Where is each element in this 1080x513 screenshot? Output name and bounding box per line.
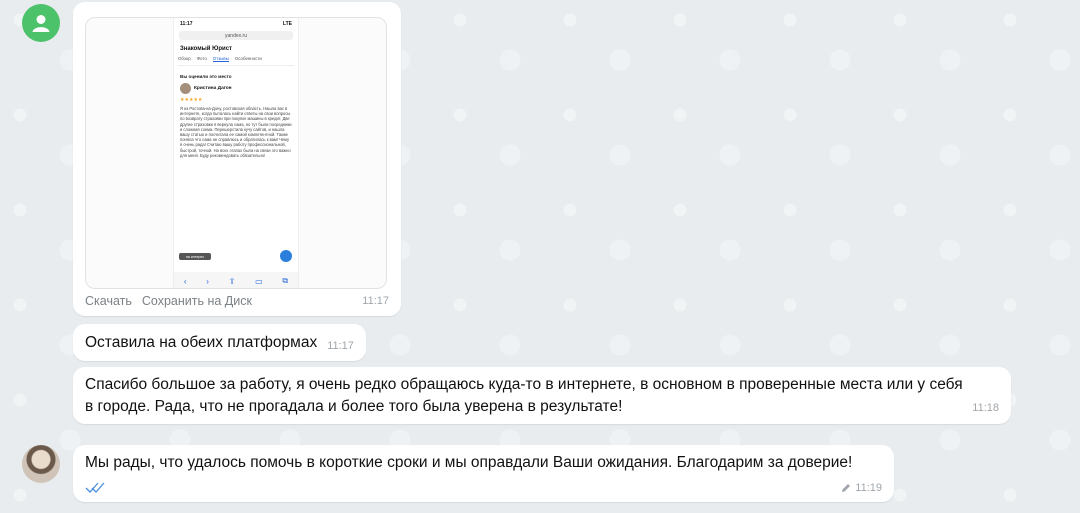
phone-tab: Фото <box>196 56 207 61</box>
phone-status-time: 11:17 <box>180 21 193 27</box>
reviewer-name: Кристина Дагон <box>194 86 232 91</box>
attached-screenshot[interactable]: 11:17 LTE yandex.ru Знакомый Юрист Обзор… <box>85 17 387 289</box>
back-icon: ‹ <box>183 276 187 286</box>
review-stars: ★★★★★ <box>180 97 203 103</box>
sender-avatar[interactable] <box>22 4 60 42</box>
phone-status-network: LTE <box>282 21 292 27</box>
phone-chip: на интерес <box>179 253 211 260</box>
phone-tab: Обзор <box>178 56 191 61</box>
phone-url-bar: yandex.ru <box>179 31 293 40</box>
bookmarks-icon: ▭ <box>255 276 263 286</box>
phone-toolbar: ‹ › ⇪ ▭ ⧉ <box>174 272 298 288</box>
tabs-icon: ⧉ <box>282 276 289 285</box>
image-message[interactable]: 11:17 LTE yandex.ru Знакомый Юрист Обзор… <box>73 2 401 316</box>
message-text: Мы рады, что удалось помочь в короткие с… <box>85 454 853 471</box>
outgoing-message-bubble[interactable]: Мы рады, что удалось помочь в короткие с… <box>73 445 894 502</box>
phone-tab-active: Отзывы <box>212 56 229 62</box>
image-actions: Скачать Сохранить на Диск <box>85 294 252 308</box>
edit-pencil-icon <box>842 484 851 492</box>
phone-screenshot: 11:17 LTE yandex.ru Знакомый Юрист Обзор… <box>173 18 299 288</box>
download-link[interactable]: Скачать <box>85 294 132 308</box>
user-icon <box>32 15 50 32</box>
message-time-group: 11:19 <box>841 482 882 494</box>
message-time: 11:17 <box>327 339 354 352</box>
message-text: Спасибо большое за работу, я очень редко… <box>85 376 963 415</box>
phone-status-bar: 11:17 LTE <box>174 18 298 28</box>
phone-review-header: Кристина Дагон <box>180 83 292 94</box>
message-time: 11:18 <box>972 402 999 414</box>
share-icon: ⇪ <box>228 276 236 286</box>
phone-page-title: Знакомый Юрист <box>180 46 232 52</box>
phone-fab <box>280 250 292 262</box>
message-time: 11:19 <box>855 482 882 494</box>
message-bubble[interactable]: Спасибо большое за работу, я очень редко… <box>73 367 1011 424</box>
phone-section-title: Вы оценили это место <box>180 74 232 79</box>
message-text: Оставила на обеих платформах <box>85 333 318 351</box>
reviewer-avatar <box>180 83 191 94</box>
phone-tab: Особенности <box>234 56 262 61</box>
agent-avatar[interactable] <box>22 445 60 483</box>
review-text: Я из Ростова-на-Дону, ростовская область… <box>180 106 292 158</box>
read-ticks-icon <box>85 482 105 493</box>
forward-icon: › <box>206 276 209 286</box>
phone-tabs: Обзор Фото Отзывы Особенности <box>178 56 294 66</box>
message-time: 11:17 <box>362 295 389 307</box>
message-bubble[interactable]: Оставила на обеих платформах 11:17 <box>73 324 366 361</box>
save-to-disk-link[interactable]: Сохранить на Диск <box>142 294 252 308</box>
